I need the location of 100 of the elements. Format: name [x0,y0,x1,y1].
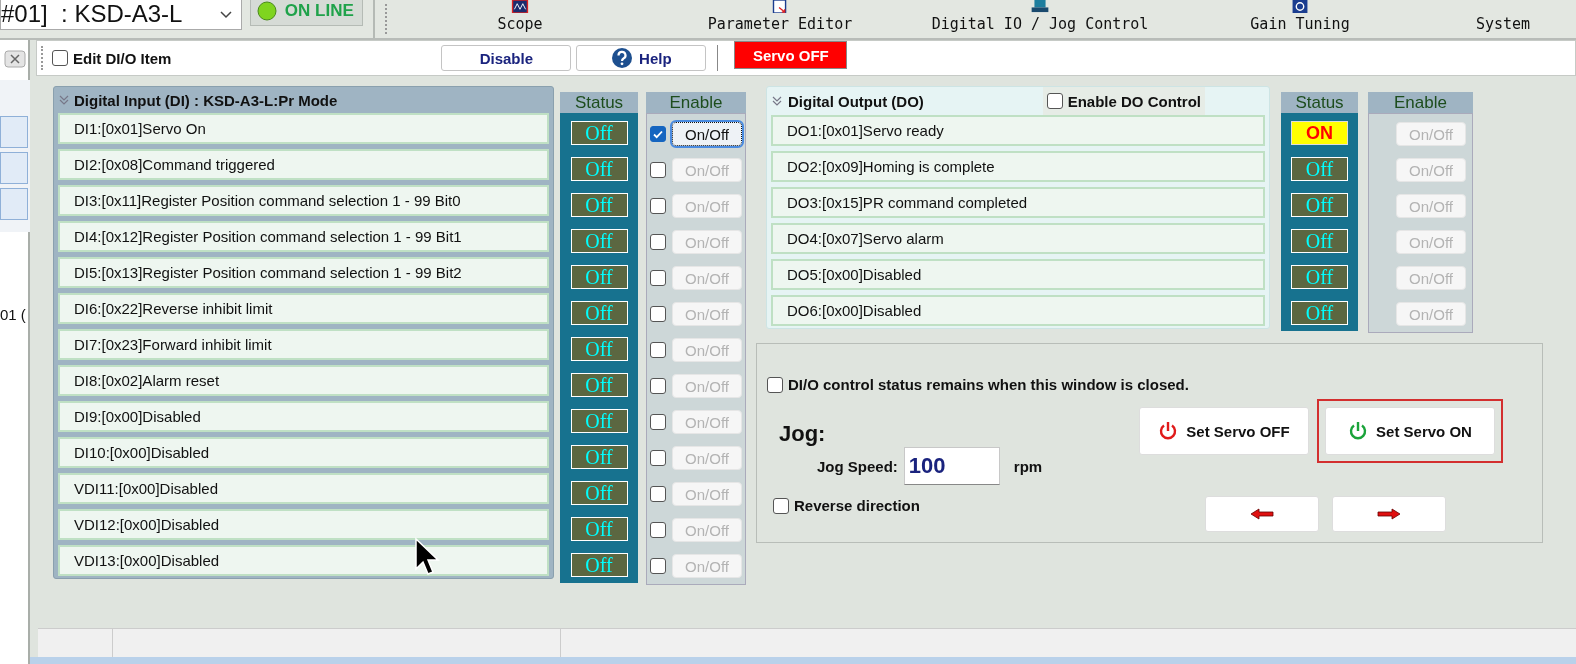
status-indicator: Off [570,337,628,361]
checkbox[interactable] [650,126,666,142]
checkbox[interactable] [52,50,68,66]
on-off-button[interactable]: On/Off [672,194,742,218]
jog-left-button[interactable] [1205,496,1319,532]
gear-icon [1290,0,1310,13]
panel-title: Digital Output (DO) [788,92,924,110]
on-off-button[interactable]: On/Off [1396,122,1466,146]
on-off-button[interactable]: On/Off [672,302,742,326]
checkbox[interactable] [650,558,666,574]
unit-label: rpm [1013,457,1043,475]
jog-right-button[interactable] [1332,496,1446,532]
on-off-button[interactable]: On/Off [1396,230,1466,254]
checkbox[interactable] [650,414,666,430]
servo-off-button[interactable]: Set Servo OFF [1139,407,1309,455]
column-header: Status [1281,92,1358,113]
cursor-icon [414,537,440,577]
checkbox[interactable] [650,378,666,394]
on-off-button[interactable]: On/Off [1396,266,1466,290]
toolbar-button[interactable]: System [1430,0,1576,38]
status-indicator: Off [570,373,628,397]
output-label: DO6:[0x00]Disabled [771,295,1265,326]
checkbox[interactable] [650,522,666,538]
status-indicator: Off [570,409,628,433]
chevron-icon [771,95,783,107]
device-icon [1030,0,1050,13]
on-off-button[interactable]: On/Off [672,410,742,434]
on-off-button[interactable]: On/Off [672,518,742,542]
device-dropdown[interactable]: #01] : KSD-A3-L [0,0,242,30]
checkbox[interactable] [767,376,783,393]
status-indicator: Off [570,445,628,469]
status-indicator: Off [1291,301,1348,325]
on-off-button[interactable]: On/Off [672,338,742,362]
on-off-button[interactable]: On/Off [672,122,742,146]
on-off-button[interactable]: On/Off [672,482,742,506]
status-indicator: Off [1291,157,1348,181]
on-off-button[interactable]: On/Off [672,266,742,290]
output-label: DO5:[0x00]Disabled [771,259,1265,290]
status-indicator: Off [570,481,628,505]
output-label: DO2:[0x09]Homing is complete [771,151,1265,182]
power-icon [1348,421,1369,441]
toolbar-button[interactable]: Parameter Editor [650,0,910,38]
toolbar-button[interactable]: Scope [390,0,650,38]
on-off-button[interactable]: On/Off [1396,302,1466,326]
output-label: DO1:[0x01]Servo ready [771,115,1265,146]
servo-on-button[interactable]: Set Servo ON [1325,407,1495,455]
checkbox[interactable] [1046,93,1063,109]
checkbox[interactable] [650,342,666,358]
status-indicator: ON [1291,121,1348,145]
on-off-button[interactable]: On/Off [1396,158,1466,182]
toolbar-button[interactable]: Gain Tuning [1170,0,1430,38]
servo-status-indicator: Servo OFF [734,41,848,69]
power-icon [1158,421,1179,441]
speed-field[interactable]: 100 [903,447,1000,485]
side-label: 01 ( [0,306,26,323]
connection-status: ON LINE [249,0,364,26]
input-label: DI5:[0x13]Register Position command selection 1 - 99 Bit2 [58,257,549,288]
input-label: DI1:[0x01]Servo On [58,113,549,144]
column-header: Enable [1368,92,1473,113]
help-button[interactable]: Help [576,45,707,71]
edit-item-label: Edit DI/O Item [73,49,172,67]
keep-status-label: DI/O control status remains when this window is closed. [788,376,1189,393]
on-off-button[interactable]: On/Off [672,554,742,578]
status-indicator: Off [1291,229,1348,253]
input-label: DI6:[0x22]Reverse inhibit limit [58,293,549,324]
right-arrow-icon [1377,508,1401,520]
status-indicator: Off [570,517,628,541]
checkbox[interactable] [773,497,789,514]
input-label: DI8:[0x02]Alarm reset [58,365,549,396]
input-label: DI10:[0x00]Disabled [58,437,549,468]
help-icon [611,47,634,69]
disable-button[interactable]: Disable [441,45,572,71]
on-off-button[interactable]: On/Off [1396,194,1466,218]
checkbox[interactable] [650,486,666,502]
on-off-button[interactable]: On/Off [672,230,742,254]
status-indicator: Off [570,193,628,217]
input-label: VDI13:[0x00]Disabled [58,545,549,576]
status-indicator: Off [570,121,628,145]
close-icon[interactable] [4,50,26,68]
checkbox[interactable] [650,306,666,322]
jog-title: Jog: [779,421,827,447]
on-off-button[interactable]: On/Off [672,374,742,398]
input-label: DI2:[0x08]Command triggered [58,149,549,180]
input-label: VDI12:[0x00]Disabled [58,509,549,540]
on-off-button[interactable]: On/Off [672,446,742,470]
status-indicator: Off [570,229,628,253]
checkbox[interactable] [650,450,666,466]
column-header: Enable [646,92,746,113]
toolbar-button[interactable]: Digital IO / Jog Control [910,0,1170,38]
checkbox[interactable] [650,270,666,286]
enable-control-label: Enable DO Control [1067,92,1201,110]
checkbox[interactable] [650,198,666,214]
status-indicator: Off [1291,265,1348,289]
status-indicator: Off [570,553,628,577]
checkbox[interactable] [650,234,666,250]
checkbox[interactable] [650,162,666,178]
status-indicator: Off [570,157,628,181]
input-label: DI3:[0x11]Register Position command selection 1 - 99 Bit0 [58,185,549,216]
input-label: DI4:[0x12]Register Position command selection 1 - 99 Bit1 [58,221,549,252]
on-off-button[interactable]: On/Off [672,158,742,182]
